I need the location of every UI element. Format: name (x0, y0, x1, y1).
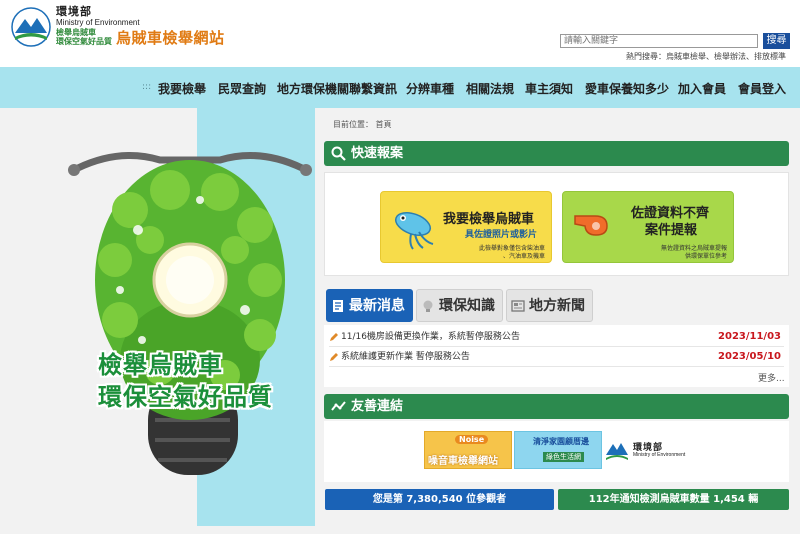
site-header: 環境部 Ministry of Environment 檢舉烏賊車 環保空氣好品… (0, 0, 800, 67)
ministry-env-banner[interactable]: 環境部 Ministry of Environment (603, 431, 695, 469)
report-counter: 112年通知檢測烏賊車數量 1,454 輛 (558, 489, 789, 510)
nav-item-vehicle-types[interactable]: 分辨車種 (406, 80, 454, 97)
quick-report-panel: 我要檢舉烏賊車 具佐證照片或影片 此檢舉對象僅包含柴油車 、汽油車及機車 佐證資… (324, 172, 789, 276)
ministry-logo-icon[interactable] (11, 7, 51, 47)
incomplete-card-note-2: 供環保單位參考 (684, 253, 727, 260)
news-date: 2023/05/10 (718, 351, 781, 362)
tab-label: 最新消息 (349, 298, 405, 314)
more-news-link[interactable]: 更多... (758, 371, 785, 384)
magnifier-icon (331, 146, 346, 161)
hero-slogan-2: 環保空氣好品質 (98, 383, 273, 411)
site-title[interactable]: 烏賊車檢舉網站 (116, 27, 225, 48)
news-item[interactable]: 系統維護更新作業 暫停服務公告 2023/05/10 (329, 347, 784, 367)
nav-dots: ::: (142, 82, 152, 92)
pencil-icon (330, 333, 338, 341)
document-icon (333, 300, 343, 312)
nav-item-owner-notice[interactable]: 車主須知 (525, 80, 573, 97)
quick-report-title: 快速報案 (351, 146, 404, 161)
nav-item-regulations[interactable]: 相關法規 (466, 80, 514, 97)
news-title[interactable]: 系統維護更新作業 暫停服務公告 (341, 347, 470, 367)
incomplete-card-title-2: 案件提報 (645, 223, 698, 238)
hero-slogan-1: 檢舉烏賊車 (98, 351, 223, 379)
nav-item-report[interactable]: 我要檢舉 (158, 80, 206, 97)
tab-eco-knowledge[interactable]: 環保知識 (416, 289, 503, 322)
noise-car-report-banner[interactable]: Noise 噪音車檢舉網站 (424, 431, 512, 469)
news-title[interactable]: 11/16機房設備更換作業，系統暫停服務公告 (341, 327, 520, 347)
main-nav: ::: 我要檢舉 民眾查詢 地方環保機關聯繫資訊 分辨車種 相關法規 車主須知 … (0, 67, 800, 108)
tab-label: 環保知識 (439, 298, 495, 314)
clean-banner-label-1: 清淨家園顧厝邊 (533, 437, 589, 446)
nav-item-login[interactable]: 會員登入 (738, 80, 786, 97)
nav-item-maintenance[interactable]: 愛車保養知多少 (585, 80, 669, 97)
news-list: 11/16機房設備更換作業，系統暫停服務公告 2023/11/03 系統維護更新… (324, 325, 789, 387)
newspaper-icon (511, 300, 525, 312)
news-date: 2023/11/03 (718, 331, 781, 342)
whistle-icon (574, 215, 608, 236)
nav-item-join-member[interactable]: 加入會員 (678, 80, 726, 97)
nav-item-query[interactable]: 民眾查詢 (218, 80, 266, 97)
search-button[interactable]: 搜尋 (763, 33, 790, 49)
epa-banner-en: Ministry of Environment (633, 452, 686, 458)
report-card-title: 我要檢舉烏賊車 (443, 212, 535, 227)
squid-icon (394, 212, 434, 250)
friendly-links-header: 友善連結 (324, 394, 789, 419)
clean-home-banner[interactable]: 清淨家園顧厝邊 綠色生活網 (514, 431, 602, 469)
friendly-links-title: 友善連結 (351, 399, 404, 414)
tab-label: 地方新聞 (529, 298, 585, 314)
nav-item-local-contacts[interactable]: 地方環保機關聯繫資訊 (277, 80, 397, 97)
report-card-subtitle: 具佐證照片或影片 (465, 230, 538, 240)
noise-banner-label: 噪音車檢舉網站 (428, 456, 498, 467)
pencil-icon (330, 353, 338, 361)
tab-local-news[interactable]: 地方新聞 (506, 289, 593, 322)
lightbulb-icon (423, 300, 433, 312)
tab-latest-news[interactable]: 最新消息 (326, 289, 413, 322)
incomplete-evidence-card[interactable]: 佐證資料不齊 案件提報 無佐證資料之烏賊車提報 供環保單位參考 (562, 191, 734, 263)
breadcrumb: 目前位置： 首頁 (333, 120, 392, 129)
quick-report-header: 快速報案 (324, 141, 789, 166)
visitor-counter: 您是第 7,380,540 位參觀者 (325, 489, 554, 510)
hot-search-text[interactable]: 熱門搜尋：烏賊車檢舉、檢舉辦法、排放標準 (626, 51, 786, 62)
report-with-evidence-card[interactable]: 我要檢舉烏賊車 具佐證照片或影片 此檢舉對象僅包含柴油車 、汽油車及機車 (380, 191, 552, 263)
search-input[interactable] (560, 34, 758, 48)
noise-tag: Noise (455, 435, 489, 444)
agency-name-en: Ministry of Environment (56, 18, 140, 27)
ministry-logo-icon (606, 443, 628, 460)
news-item[interactable]: 11/16機房設備更換作業，系統暫停服務公告 2023/11/03 (329, 327, 784, 347)
clean-banner-label-2: 綠色生活網 (543, 452, 584, 462)
link-icon (331, 401, 346, 411)
clover-scooter-illustration (68, 152, 312, 475)
report-card-note-2: 、汽油車及機車 (502, 253, 545, 260)
agency-name-cn: 環境部 (56, 5, 92, 18)
